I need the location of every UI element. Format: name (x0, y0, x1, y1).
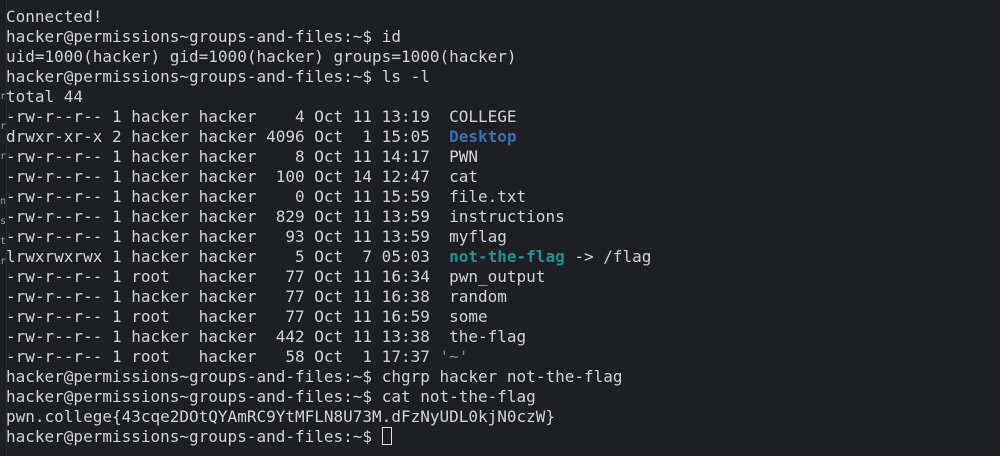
file-name: random (449, 287, 507, 306)
file-name: instructions (449, 207, 565, 226)
file-name: COLLEGE (449, 107, 517, 126)
status-line: Connected! (6, 7, 103, 26)
file-meta: -rw-r--r-- 1 hacker hacker 4 Oct 11 13:1… (6, 107, 450, 126)
shell-prompt: hacker@permissions~groups-and-files:~$ (6, 27, 382, 46)
command-line: hacker@permissions~groups-and-files:~$ c… (0, 367, 1000, 387)
text-cursor[interactable] (381, 427, 392, 445)
active-command-line[interactable]: hacker@permissions~groups-and-files:~$ (0, 427, 1000, 447)
file-meta: -rw-r--r-- 1 hacker hacker 8 Oct 11 14:1… (6, 147, 450, 166)
file-name: the-flag (449, 327, 527, 346)
shell-prompt: hacker@permissions~groups-and-files:~$ (6, 367, 382, 386)
file-name: '~' (439, 347, 469, 366)
command-line: hacker@permissions~groups-and-files:~$ l… (0, 67, 1000, 87)
command-text: ls -l (381, 67, 430, 86)
file-entry: -rw-r--r-- 1 root hacker 58 Oct 1 17:37 … (0, 347, 1000, 367)
edge-fragment: r (0, 151, 7, 162)
file-entry: -rw-r--r-- 1 hacker hacker 0 Oct 11 15:5… (0, 187, 1000, 207)
file-meta: -rw-r--r-- 1 root hacker 58 Oct 1 17:37 (6, 347, 440, 366)
file-entry: -rw-r--r-- 1 hacker hacker 100 Oct 14 12… (0, 167, 1000, 187)
file-name: some (449, 307, 488, 326)
file-entry: lrwxrwxrwx 1 hacker hacker 5 Oct 7 05:03… (0, 247, 1000, 267)
file-meta: drwxr-xr-x 2 hacker hacker 4096 Oct 1 15… (6, 127, 450, 146)
command-text: id (381, 27, 401, 46)
edge-fragment: r (0, 91, 7, 102)
command-line: hacker@permissions~groups-and-files:~$ i… (0, 27, 1000, 47)
file-meta: -rw-r--r-- 1 root hacker 77 Oct 11 16:34 (6, 267, 450, 286)
terminal-window[interactable]: r r r n s t r Connected! hacker@permissi… (0, 0, 1000, 456)
file-entry: -rw-r--r-- 1 hacker hacker 829 Oct 11 13… (0, 207, 1000, 227)
file-entry: -rw-r--r-- 1 root hacker 77 Oct 11 16:59… (0, 307, 1000, 327)
file-entry: -rw-r--r-- 1 root hacker 77 Oct 11 16:34… (0, 267, 1000, 287)
output-line: uid=1000(hacker) gid=1000(hacker) groups… (6, 47, 517, 66)
file-entry: -rw-r--r-- 1 hacker hacker 93 Oct 11 13:… (0, 227, 1000, 247)
left-pane-edge: r r r n s t r (0, 0, 7, 456)
file-name: PWN (449, 147, 479, 166)
edge-fragment: n (0, 196, 7, 207)
command-line: hacker@permissions~groups-and-files:~$ c… (0, 387, 1000, 407)
file-meta: -rw-r--r-- 1 hacker hacker 829 Oct 11 13… (6, 207, 450, 226)
file-entry: -rw-r--r-- 1 hacker hacker 442 Oct 11 13… (0, 327, 1000, 347)
file-meta: -rw-r--r-- 1 hacker hacker 100 Oct 14 12… (6, 167, 450, 186)
file-name: cat (449, 167, 479, 186)
file-name: pwn_output (449, 267, 546, 286)
directory-name: Desktop (449, 127, 517, 146)
file-meta: -rw-r--r-- 1 hacker hacker 77 Oct 11 16:… (6, 287, 450, 306)
file-meta: -rw-r--r-- 1 hacker hacker 0 Oct 11 15:5… (6, 187, 450, 206)
output-line: total 44 (6, 87, 84, 106)
file-entry: -rw-r--r-- 1 hacker hacker 77 Oct 11 16:… (0, 287, 1000, 307)
file-name: file.txt (449, 187, 527, 206)
shell-prompt: hacker@permissions~groups-and-files:~$ (6, 427, 382, 446)
edge-fragment: t (0, 236, 7, 247)
file-meta: -rw-r--r-- 1 hacker hacker 93 Oct 11 13:… (6, 227, 450, 246)
file-name: myflag (449, 227, 507, 246)
edge-fragment: r (0, 121, 7, 132)
symlink-name: not-the-flag (449, 247, 565, 266)
symlink-target: -> /flag (564, 247, 652, 266)
file-meta: -rw-r--r-- 1 root hacker 77 Oct 11 16:59 (6, 307, 450, 326)
file-entry: drwxr-xr-x 2 hacker hacker 4096 Oct 1 15… (0, 127, 1000, 147)
shell-prompt: hacker@permissions~groups-and-files:~$ (6, 67, 382, 86)
file-meta: -rw-r--r-- 1 hacker hacker 442 Oct 11 13… (6, 327, 450, 346)
command-text: chgrp hacker not-the-flag (381, 367, 623, 386)
edge-fragment: s (0, 216, 7, 227)
file-entry: -rw-r--r-- 1 hacker hacker 8 Oct 11 14:1… (0, 147, 1000, 167)
command-text: cat not-the-flag (381, 387, 536, 406)
file-entry: -rw-r--r-- 1 hacker hacker 4 Oct 11 13:1… (0, 107, 1000, 127)
file-meta: lrwxrwxrwx 1 hacker hacker 5 Oct 7 05:03 (6, 247, 450, 266)
flag-output: pwn.college{43cqe2DOtQYAmRC9YtMFLN8U73M.… (6, 407, 556, 426)
edge-fragment: r (0, 256, 7, 267)
shell-prompt: hacker@permissions~groups-and-files:~$ (6, 387, 382, 406)
